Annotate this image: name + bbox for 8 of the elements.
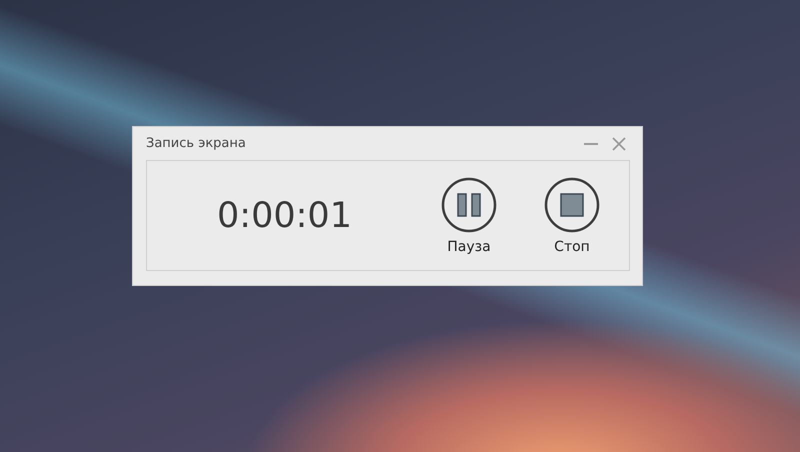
close-icon xyxy=(611,136,627,152)
stop-button[interactable]: Стоп xyxy=(541,176,603,254)
minimize-icon xyxy=(584,142,598,144)
window-title: Запись экрана xyxy=(146,136,247,151)
pause-button[interactable]: Пауза xyxy=(438,176,500,254)
stop-icon xyxy=(544,176,600,232)
elapsed-time: 0:00:01 xyxy=(216,196,353,236)
pause-icon xyxy=(441,176,497,232)
